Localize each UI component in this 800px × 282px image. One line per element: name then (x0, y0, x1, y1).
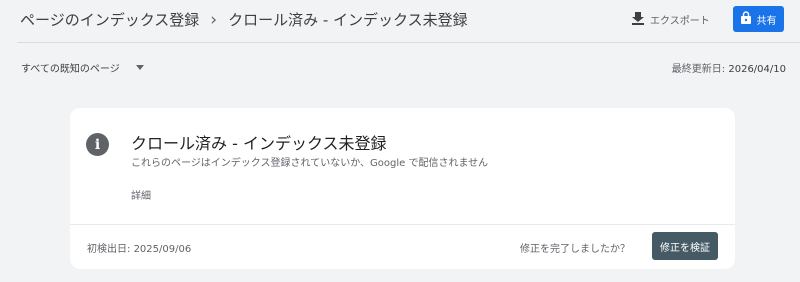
lock-icon (740, 11, 751, 27)
last-updated: 最終更新日: 2026/04/10 (672, 60, 786, 75)
header-divider (17, 42, 800, 43)
card-divider (70, 224, 735, 225)
breadcrumb: ページのインデックス登録 › クロール済み - インデックス未登録 (20, 9, 468, 30)
page-header: ページのインデックス登録 › クロール済み - インデックス未登録 エクスポート… (0, 0, 800, 42)
info-icon: i (86, 133, 109, 156)
breadcrumb-separator-icon: › (210, 9, 218, 30)
fix-question: 修正を完了しましたか？ (520, 244, 630, 255)
issue-card: i クロール済み - インデックス未登録 これらのページはインデックス登録されて… (70, 108, 735, 269)
share-label: 共有 (756, 15, 777, 27)
first-detected-date: 2025/09/06 (133, 244, 192, 255)
last-updated-label: 最終更新日: (671, 64, 726, 75)
last-updated-date: 2026/04/10 (728, 64, 786, 75)
first-detected-label: 初検出日: (87, 244, 131, 255)
caret-down-icon (135, 64, 144, 70)
breadcrumb-root[interactable]: ページのインデックス登録 (20, 9, 199, 30)
share-button[interactable]: 共有 (733, 6, 784, 32)
first-detected: 初検出日: 2025/09/06 (87, 240, 191, 255)
details-link[interactable]: 詳細 (131, 187, 151, 202)
breadcrumb-current: クロール済み - インデックス未登録 (228, 11, 468, 29)
issue-description: これらのページはインデックス登録されていないか、Google で配信されません (131, 158, 489, 169)
page-filter-dropdown[interactable]: すべての既知のページ (21, 58, 144, 76)
issue-title: クロール済み - インデックス未登録 (131, 134, 387, 153)
export-button[interactable]: エクスポート (632, 8, 710, 30)
download-icon (632, 11, 644, 28)
filter-label: すべての既知のページ (21, 63, 120, 75)
validate-fix-button[interactable]: 修正を検証 (652, 232, 718, 260)
export-label: エクスポート (650, 15, 710, 27)
